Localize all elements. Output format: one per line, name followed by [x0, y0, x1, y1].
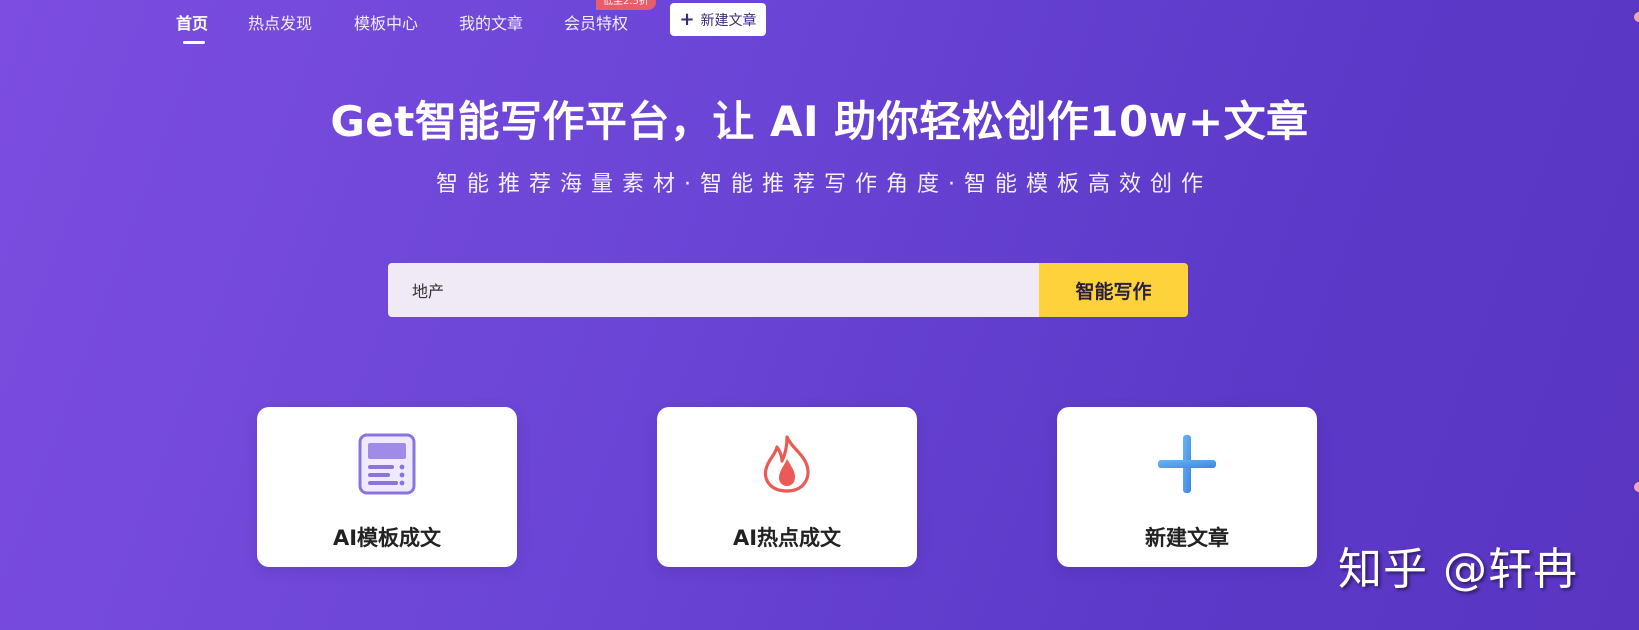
nav-item-vip[interactable]: 会员特权 — [564, 10, 628, 34]
hero-title: Get智能写作平台，让 AI 助你轻松创作10w+文章 — [330, 97, 1309, 146]
edge-decoration — [1634, 12, 1639, 22]
ai-template-card-label: AI模板成文 — [332, 526, 442, 550]
hero-subtitle: 智能推荐海量素材·智能推荐写作角度·智能模板高效创作 — [436, 172, 1212, 197]
nav-item-my-articles[interactable]: 我的文章 — [459, 10, 523, 34]
nav-item-home[interactable]: 首页 — [176, 10, 208, 34]
plus-icon — [1158, 435, 1216, 493]
ai-template-card[interactable]: AI模板成文 — [257, 407, 517, 567]
zhihu-watermark: 知乎 @轩冉 — [1338, 544, 1578, 595]
new-article-card[interactable]: 新建文章 — [1057, 407, 1317, 567]
vip-discount-badge: 低至2.5折 — [596, 0, 656, 10]
smart-write-button[interactable]: 智能写作 — [1039, 263, 1188, 317]
nav-item-template-center[interactable]: 模板中心 — [354, 10, 418, 34]
nav-item-hot-topics[interactable]: 热点发现 — [248, 10, 312, 34]
template-document-icon — [358, 433, 416, 495]
nav-new-article-button[interactable]: + 新建文章 — [670, 3, 766, 36]
fire-icon — [764, 435, 810, 493]
nav-new-article-label: 新建文章 — [700, 12, 757, 29]
top-nav: 首页 热点发现 模板中心 我的文章 会员特权 低至2.5折 + 新建文章 — [0, 0, 1639, 44]
topic-search-input[interactable] — [388, 263, 1039, 317]
ai-hot-topic-card[interactable]: AI热点成文 — [657, 407, 917, 567]
ai-hot-topic-card-label: AI热点成文 — [732, 526, 842, 550]
plus-icon: + — [679, 8, 695, 30]
nav-active-indicator — [183, 41, 205, 44]
new-article-card-label: 新建文章 — [1145, 526, 1229, 550]
search-bar: 智能写作 — [388, 263, 1188, 317]
edge-decoration — [1634, 482, 1639, 492]
